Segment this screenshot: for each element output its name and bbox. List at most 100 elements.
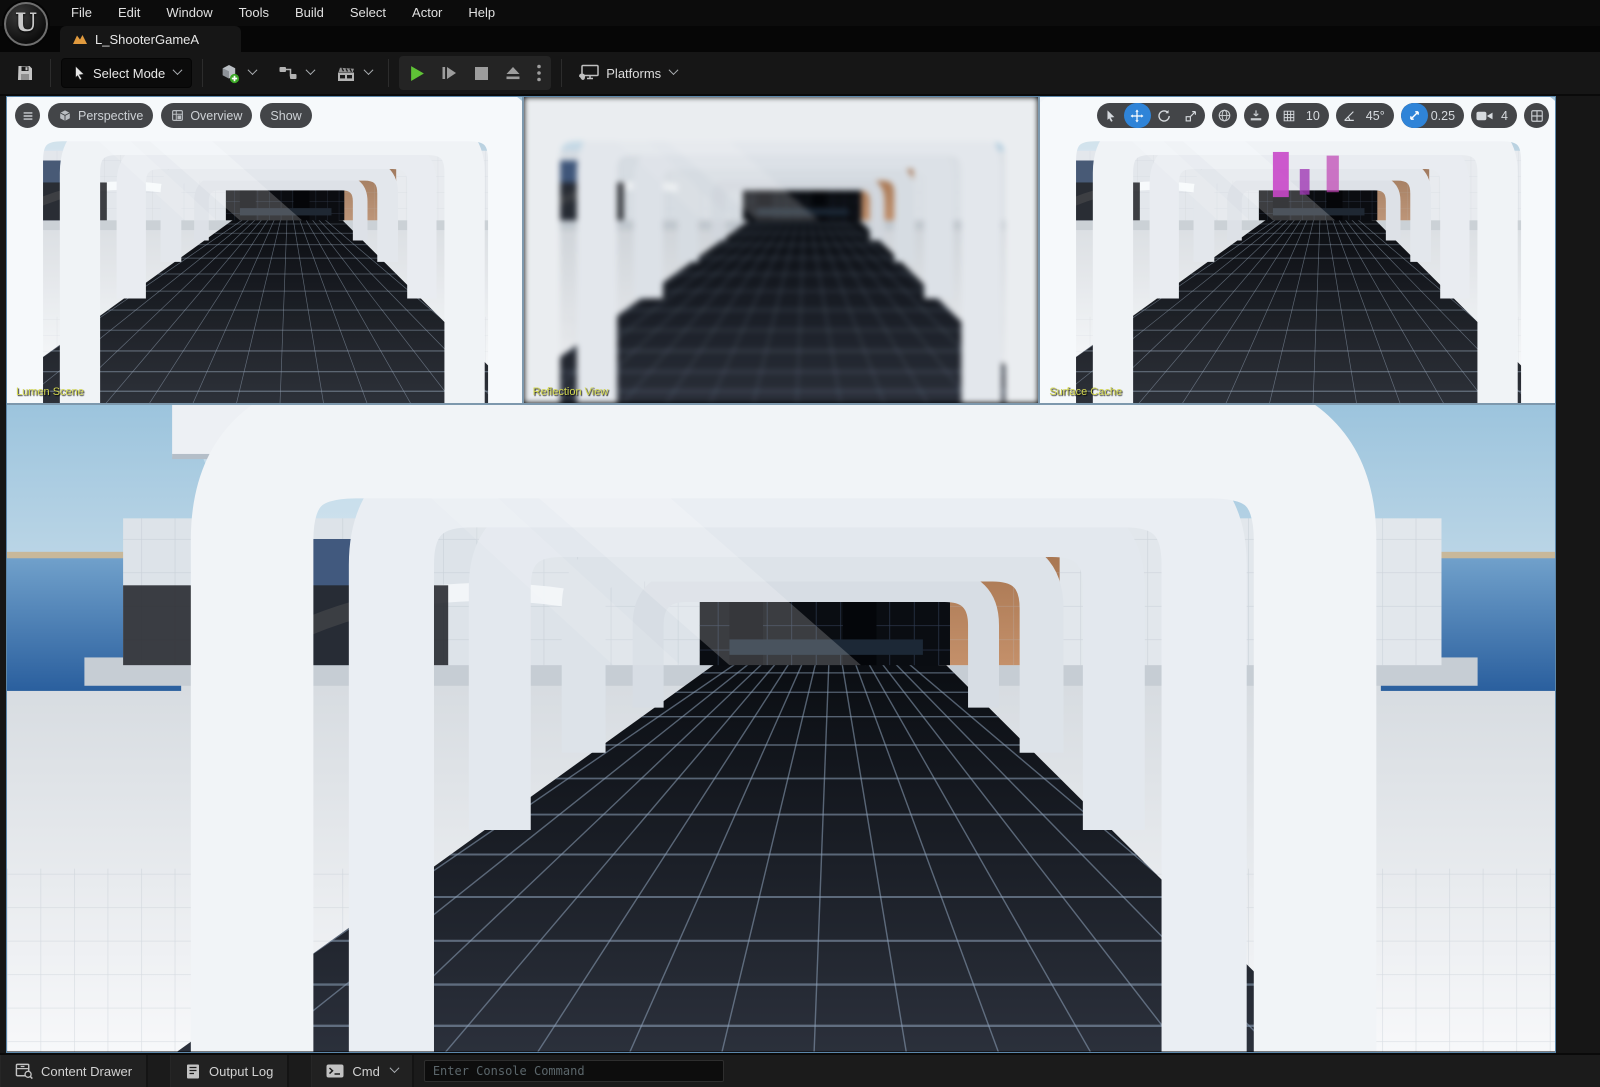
camera-speed-value[interactable]: 4 [1498,103,1517,128]
save-button[interactable] [10,58,40,88]
grid-snap-toggle[interactable] [1276,103,1303,128]
viewport-layout-button[interactable] [1524,103,1549,128]
rotation-snap-value[interactable]: 45° [1363,103,1394,128]
cmd-dropdown[interactable]: Cmd [311,1055,413,1087]
select-mode-label: Select Mode [93,66,165,81]
perspective-dropdown[interactable]: Perspective [48,103,153,128]
chevron-down-icon [669,65,679,75]
viewport-options-button[interactable] [15,103,40,128]
rotation-snap-toggle[interactable] [1336,103,1363,128]
menu-edit[interactable]: Edit [105,0,153,26]
menu-bar: U File Edit Window Tools Build Select Ac… [0,0,1600,26]
chevron-down-icon [364,65,374,75]
menu-file[interactable]: File [58,0,105,26]
move-tool-button[interactable] [1124,103,1151,128]
play-button[interactable] [401,58,433,88]
add-actor-button[interactable] [213,58,262,88]
surface-cache-missing-highlight [1273,152,1289,197]
rotation-snap-control: 45° [1336,103,1394,128]
cursor-icon [72,65,87,81]
output-log-icon [185,1063,201,1080]
angle-icon [1342,109,1356,123]
view-mode-label: Overview [190,109,242,123]
grid-snap-value[interactable]: 10 [1303,103,1329,128]
surface-snapping-button[interactable] [1244,103,1269,128]
cinematics-icon [336,64,356,83]
select-arrow-icon [1104,109,1117,123]
rotate-tool-button[interactable] [1151,103,1178,128]
subview-label: Reflection View [533,386,609,398]
cinematics-button[interactable] [330,58,378,88]
subview-reflection-view[interactable]: Reflection View [522,97,1039,403]
toolbar-separator [388,59,389,87]
move-tool-icon [1130,109,1144,123]
coordinate-system-button[interactable] [1212,103,1237,128]
main-toolbar: Select Mode [0,52,1600,96]
add-actor-cube-icon [219,63,240,84]
hamburger-menu-icon [21,109,35,123]
toolbar-separator [561,59,562,87]
content-drawer-label: Content Drawer [41,1064,132,1079]
viewport-toolbar-right: 10 45° 0.25 [1097,103,1549,128]
scale-snap-toggle[interactable] [1401,103,1428,128]
show-dropdown[interactable]: Show [260,103,311,128]
select-mode-dropdown[interactable]: Select Mode [61,58,192,88]
content-drawer-icon [15,1062,33,1080]
toolbar-separator [50,59,51,87]
play-options-button[interactable] [529,58,549,88]
console-icon [326,1064,344,1078]
camera-speed-button[interactable] [1471,103,1498,128]
chevron-down-icon [306,65,316,75]
scale-snap-control: 0.25 [1401,103,1464,128]
chevron-down-icon [173,65,183,75]
surface-snap-icon [1249,109,1263,123]
menu-tools[interactable]: Tools [226,0,282,26]
output-log-button[interactable]: Output Log [170,1055,289,1087]
menu-select[interactable]: Select [337,0,399,26]
vertical-ellipsis-icon [537,64,541,82]
subview-label: Lumen Scene [16,386,84,398]
perspective-label: Perspective [78,109,143,123]
camera-icon [1476,110,1493,122]
subview-lumen-scene[interactable]: Lumen Scene [7,97,522,403]
menu-actor[interactable]: Actor [399,0,455,26]
blueprints-button[interactable] [272,58,320,88]
menu-window[interactable]: Window [153,0,225,26]
frame-skip-button[interactable] [433,58,465,88]
surface-cache-missing-highlight [1300,169,1310,195]
content-drawer-button[interactable]: Content Drawer [0,1055,148,1087]
show-label: Show [270,109,301,123]
menu-help[interactable]: Help [455,0,508,26]
subview-surface-cache[interactable]: Surface Cache [1038,97,1555,403]
lumen-scene-render [7,97,522,403]
perspective-cube-icon [58,109,72,123]
surface-cache-missing-highlight [1327,156,1339,193]
eject-button[interactable] [497,58,529,88]
play-icon [410,65,425,82]
tab-bar: L_ShooterGameA [0,26,1600,52]
view-mode-dropdown[interactable]: Overview [161,103,252,128]
scale-snap-icon [1408,109,1421,122]
level-tab[interactable]: L_ShooterGameA [60,26,241,52]
level-viewport: Perspective Overview Show [6,96,1556,1053]
platforms-label: Platforms [606,66,661,81]
transform-tools [1097,103,1205,128]
reflection-view-render [524,97,1039,403]
platforms-dropdown[interactable]: Platforms [572,58,683,88]
unreal-editor-window: U File Edit Window Tools Build Select Ac… [0,0,1600,1087]
select-tool-button[interactable] [1097,103,1124,128]
main-perspective-view[interactable] [7,405,1555,1052]
surface-cache-render [1040,97,1555,403]
console-command-input[interactable] [424,1060,724,1082]
output-log-label: Output Log [209,1064,273,1079]
scale-snap-value[interactable]: 0.25 [1428,103,1464,128]
status-bar: Content Drawer Output Log Cmd [0,1053,1600,1087]
menu-build[interactable]: Build [282,0,337,26]
scale-tool-button[interactable] [1178,103,1205,128]
save-icon [16,64,34,82]
toolbar-separator [202,59,203,87]
stop-button[interactable] [465,58,497,88]
rotate-tool-icon [1157,109,1171,123]
main-scene-render [7,405,1555,1052]
level-icon [72,33,88,45]
